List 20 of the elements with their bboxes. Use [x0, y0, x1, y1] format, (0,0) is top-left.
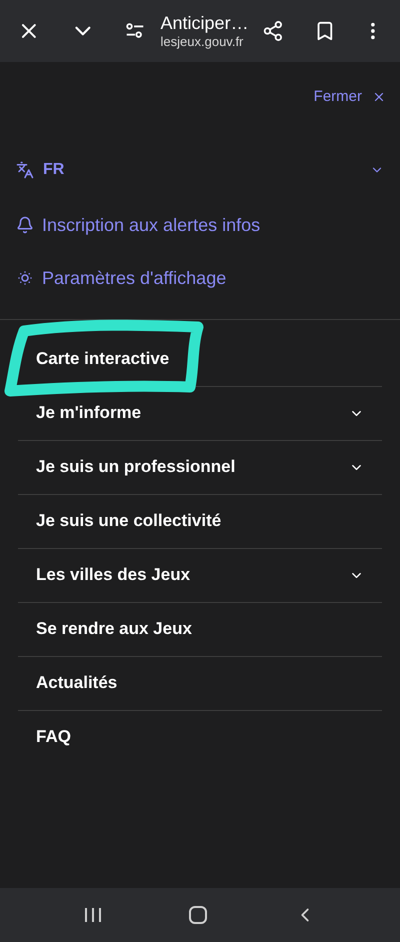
nav-item[interactable]: Je m'informe [18, 386, 382, 440]
menu-link[interactable]: Paramètres d'affichage [16, 266, 384, 290]
nav-item[interactable]: Se rendre aux Jeux [18, 602, 382, 656]
home-icon[interactable] [188, 906, 207, 924]
nav-item[interactable]: FAQ [18, 710, 382, 764]
language-selector[interactable]: FR [16, 158, 384, 182]
close-menu-button[interactable]: Fermer [314, 86, 386, 108]
menu-link[interactable]: Inscription aux alertes infos [16, 214, 384, 236]
sun-icon [16, 269, 34, 287]
translate-icon [16, 160, 34, 178]
share-icon[interactable] [262, 20, 284, 42]
recent-apps-icon[interactable] [84, 907, 102, 923]
nav-item[interactable]: Je suis une collectivité [18, 494, 382, 548]
nav-item[interactable]: Carte interactive [18, 332, 382, 386]
nav-item[interactable]: Actualités [18, 656, 382, 710]
nav-item[interactable]: Je suis un professionnel [18, 440, 382, 494]
page-title: Anticiper… [160, 12, 250, 34]
page-url: lesjeux.gouv.fr [160, 34, 244, 50]
bell-icon [16, 216, 34, 234]
nav-item[interactable]: Les villes des Jeux [18, 548, 382, 602]
